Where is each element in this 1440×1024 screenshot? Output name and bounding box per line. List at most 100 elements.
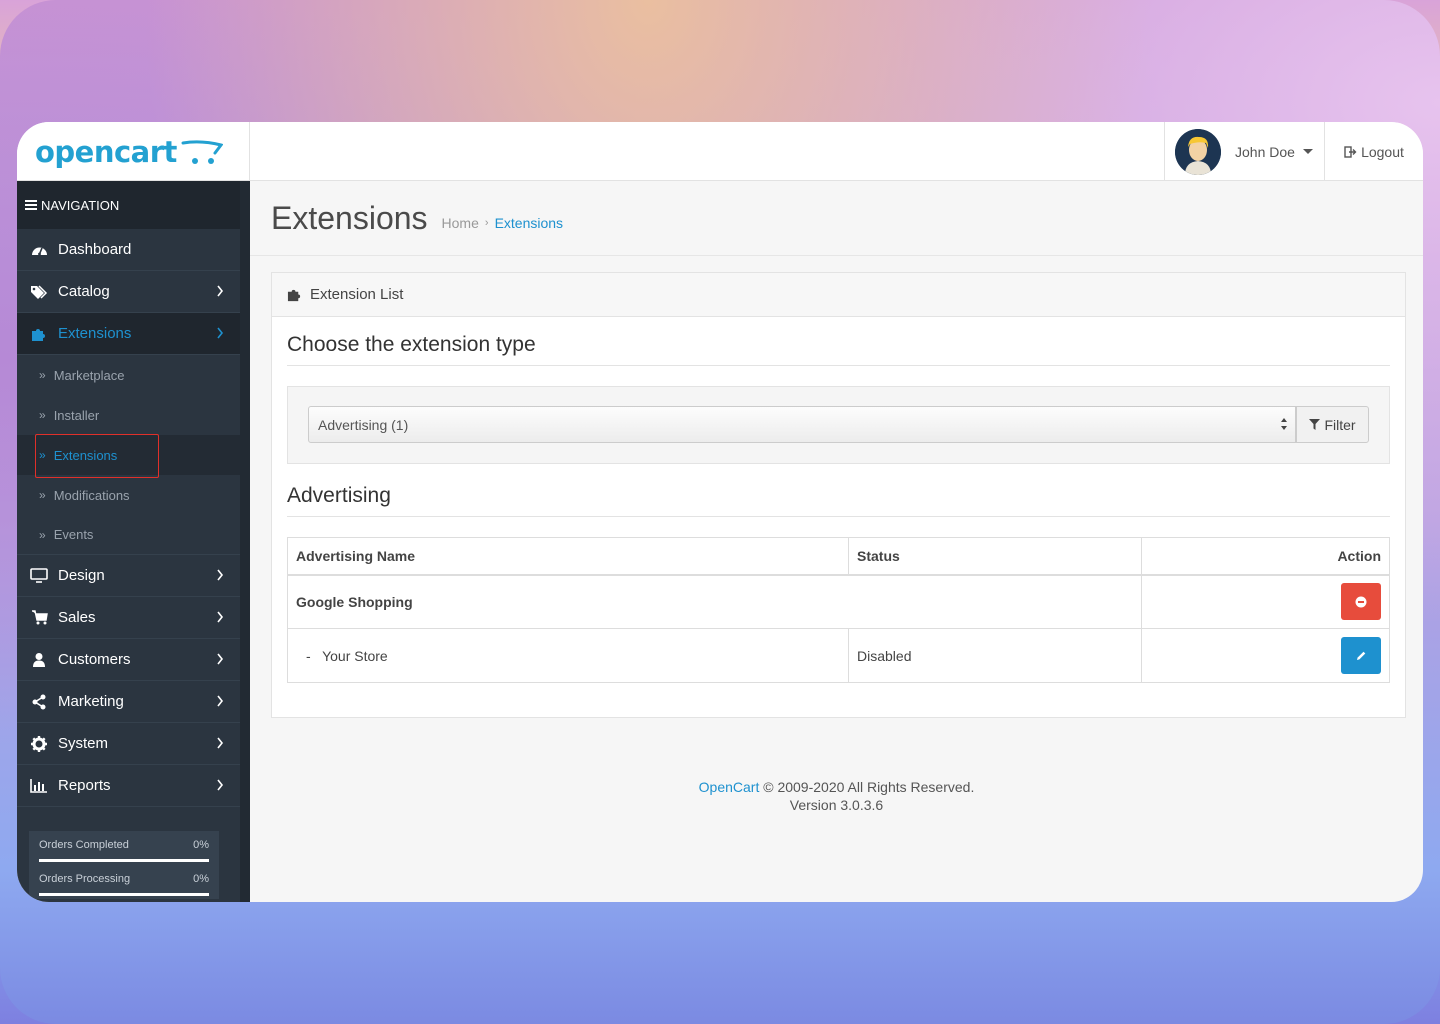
chevron-right-icon bbox=[217, 737, 224, 749]
choose-type-heading: Choose the extension type bbox=[287, 333, 1390, 366]
action-cell bbox=[1141, 574, 1390, 629]
filter-label: Filter bbox=[1324, 416, 1356, 433]
sidebar-subitem-marketplace[interactable]: » Marketplace bbox=[17, 355, 240, 395]
select-value: Advertising (1) bbox=[318, 416, 409, 433]
sidebar-subitem-label: Modifications bbox=[53, 487, 130, 503]
edit-button[interactable] bbox=[1341, 637, 1381, 674]
sidebar-item-customers[interactable]: Customers bbox=[17, 639, 240, 681]
extension-table: Advertising Name Status Action Google Sh… bbox=[287, 537, 1390, 683]
chevron-right-icon bbox=[217, 285, 224, 297]
cart-icon bbox=[29, 610, 49, 625]
sidebar-item-extensions[interactable]: Extensions bbox=[17, 313, 240, 355]
minus-circle-icon bbox=[1355, 596, 1367, 608]
column-header-status[interactable]: Status bbox=[848, 537, 1142, 576]
breadcrumb: Home › Extensions bbox=[442, 215, 564, 231]
chevron-right-icon bbox=[217, 695, 224, 707]
status-value: Disabled bbox=[848, 628, 1142, 683]
puzzle-icon bbox=[287, 289, 301, 302]
order-stats: Orders Completed 0% Orders Processing 0% bbox=[29, 831, 219, 899]
sidebar: NAVIGATION Dashboard Catalog Extensions … bbox=[17, 181, 250, 902]
sidebar-item-system[interactable]: System bbox=[17, 723, 240, 765]
page-header: Extensions Home › Extensions bbox=[250, 181, 1423, 256]
top-header: opencart John Doe Logout bbox=[17, 122, 1423, 181]
select-arrows-icon bbox=[1281, 418, 1287, 430]
table-row: - Your Store Disabled bbox=[287, 628, 1390, 683]
cart-logo-icon bbox=[181, 139, 223, 164]
stat-label: Orders Processing bbox=[39, 873, 131, 885]
page-title: Extensions bbox=[271, 199, 428, 236]
column-header-action: Action bbox=[1141, 537, 1390, 576]
avatar bbox=[1175, 128, 1221, 175]
chevron-right-icon bbox=[217, 653, 224, 665]
user-name: John Doe bbox=[1235, 143, 1295, 160]
cog-icon bbox=[29, 735, 49, 752]
filter-button[interactable]: Filter bbox=[1296, 406, 1369, 443]
double-chevron-icon: » bbox=[39, 408, 46, 422]
sidebar-item-label: Customers bbox=[58, 651, 131, 668]
sidebar-item-dashboard[interactable]: Dashboard bbox=[17, 229, 240, 271]
sidebar-item-marketing[interactable]: Marketing bbox=[17, 681, 240, 723]
chevron-right-icon bbox=[217, 569, 224, 581]
footer-version: Version 3.0.3.6 bbox=[789, 797, 884, 813]
logo[interactable]: opencart bbox=[17, 122, 250, 181]
stat-orders-processing: Orders Processing 0% bbox=[29, 865, 219, 899]
sidebar-item-label: Dashboard bbox=[58, 241, 132, 258]
double-chevron-icon: » bbox=[39, 368, 46, 382]
sidebar-item-sales[interactable]: Sales bbox=[17, 597, 240, 639]
sign-out-icon bbox=[1344, 145, 1357, 158]
breadcrumb-extensions[interactable]: Extensions bbox=[495, 215, 563, 231]
sidebar-item-label: Extensions bbox=[58, 325, 132, 342]
table-header-row: Advertising Name Status Action bbox=[287, 537, 1390, 576]
footer: OpenCart © 2009-2020 All Rights Reserved… bbox=[250, 778, 1423, 814]
extension-name: Google Shopping bbox=[287, 574, 1142, 629]
navigation-header[interactable]: NAVIGATION bbox=[17, 181, 240, 229]
sidebar-item-label: Design bbox=[58, 567, 105, 584]
breadcrumb-home[interactable]: Home bbox=[442, 215, 479, 231]
chevron-right-icon bbox=[217, 327, 224, 339]
logout-button[interactable]: Logout bbox=[1325, 122, 1423, 181]
sidebar-subitem-modifications[interactable]: » Modifications bbox=[17, 475, 240, 515]
filter-icon bbox=[1309, 419, 1321, 430]
stat-label: Orders Completed bbox=[39, 839, 129, 851]
sidebar-subitem-label: Events bbox=[53, 527, 94, 542]
chevron-right-icon bbox=[217, 611, 224, 623]
sidebar-item-reports[interactable]: Reports bbox=[17, 765, 240, 807]
extension-list-panel: Extension List Choose the extension type… bbox=[271, 272, 1406, 718]
highlight-annotation bbox=[35, 434, 159, 478]
share-icon bbox=[29, 694, 49, 710]
chevron-down-icon bbox=[1302, 149, 1313, 154]
store-name: - Your Store bbox=[287, 628, 849, 683]
puzzle-icon bbox=[29, 326, 49, 342]
sidebar-item-label: Sales bbox=[58, 609, 96, 626]
sidebar-subitem-events[interactable]: » Events bbox=[17, 515, 240, 555]
extension-type-select[interactable]: Advertising (1) bbox=[308, 406, 1296, 443]
sidebar-subitem-label: Installer bbox=[53, 407, 100, 423]
double-chevron-icon: » bbox=[39, 527, 46, 542]
logout-label: Logout bbox=[1361, 143, 1404, 160]
sidebar-item-label: Reports bbox=[58, 777, 111, 794]
panel-title: Extension List bbox=[310, 286, 404, 303]
sidebar-scrollbar[interactable] bbox=[240, 181, 250, 902]
monitor-icon bbox=[29, 568, 49, 583]
breadcrumb-separator: › bbox=[484, 217, 489, 229]
progress-bar bbox=[39, 859, 209, 862]
double-chevron-icon: » bbox=[39, 488, 46, 502]
bar-chart-icon bbox=[29, 778, 49, 793]
chevron-right-icon bbox=[217, 779, 224, 791]
column-header-name[interactable]: Advertising Name bbox=[287, 537, 849, 576]
user-menu[interactable]: John Doe bbox=[1164, 122, 1325, 181]
sidebar-item-design[interactable]: Design bbox=[17, 555, 240, 597]
sidebar-item-catalog[interactable]: Catalog bbox=[17, 271, 240, 313]
pencil-icon bbox=[1357, 651, 1366, 660]
table-row: Google Shopping bbox=[287, 574, 1390, 629]
sidebar-item-label: Catalog bbox=[58, 283, 110, 300]
user-icon bbox=[29, 652, 49, 668]
menu-icon bbox=[25, 200, 37, 210]
uninstall-button[interactable] bbox=[1341, 583, 1381, 621]
sidebar-item-label: System bbox=[58, 735, 109, 752]
action-cell bbox=[1141, 628, 1390, 683]
panel-heading: Extension List bbox=[272, 273, 1405, 317]
navigation-title: NAVIGATION bbox=[41, 197, 120, 213]
footer-opencart-link[interactable]: OpenCart bbox=[699, 779, 760, 795]
sidebar-subitem-installer[interactable]: » Installer bbox=[17, 395, 240, 435]
